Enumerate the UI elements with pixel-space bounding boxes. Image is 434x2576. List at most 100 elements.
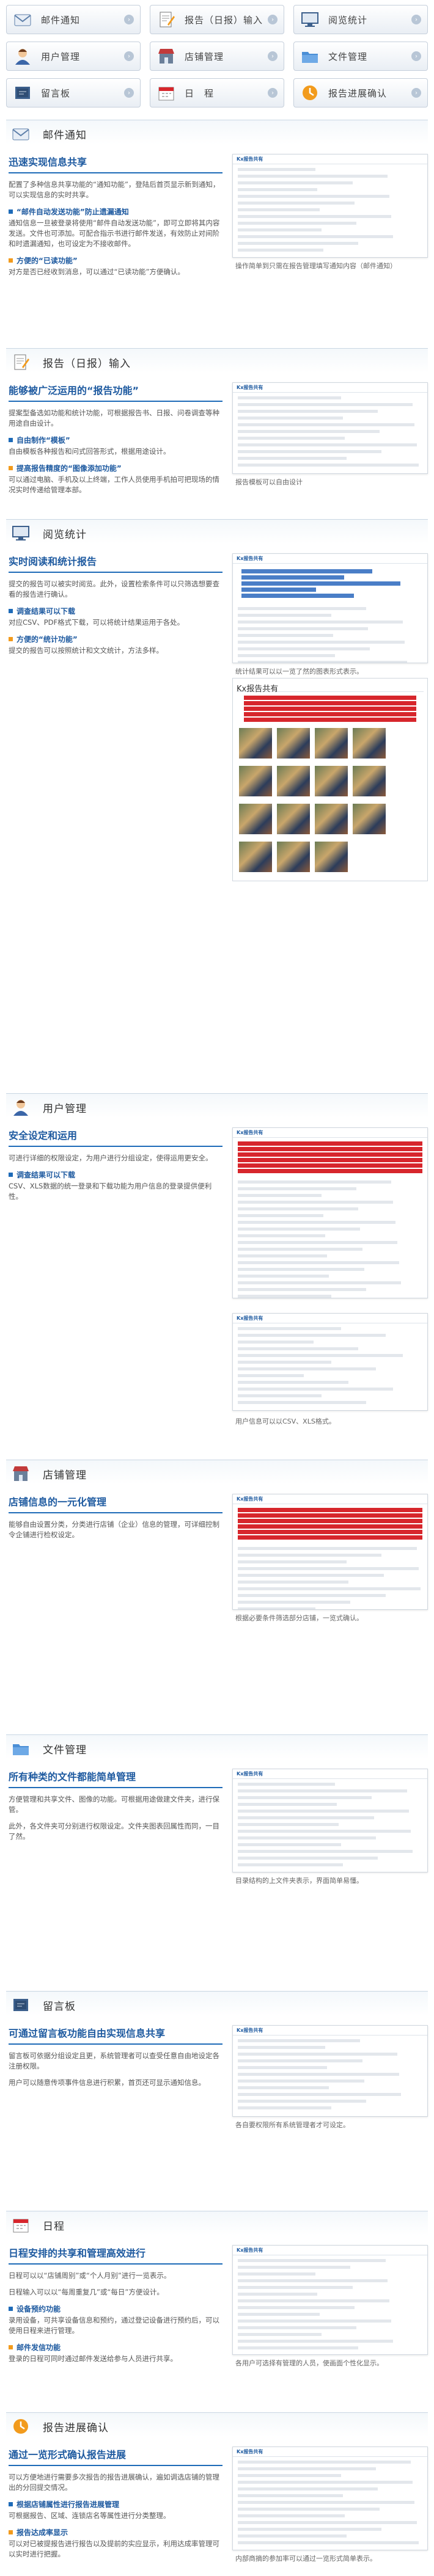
progress-icon <box>11 2417 29 2435</box>
app-logo: Kx报告共有 <box>237 1496 263 1502</box>
bullet-square-icon <box>9 209 13 214</box>
section-paragraph: 日程可以以“店铺周别”或“个人月别”进行一览表示。 <box>9 2271 171 2280</box>
section-title: 日程安排的共享和管理高效进行 <box>9 2245 223 2265</box>
report-photo <box>315 728 348 759</box>
app-logo: Kx报告共有 <box>237 1315 263 1321</box>
app-logo: Kx报告共有 <box>237 2247 263 2253</box>
nav-label: 留言板 <box>41 87 71 99</box>
bullet-heading: 自由制作“模板” <box>17 436 70 445</box>
screenshot-titlebar: Kx报告共有 <box>233 1494 427 1504</box>
section-text: 所有种类的文件都能简单管理 方便管理和共享文件、图像的功能。可根据用途做建文件夹，… <box>9 1769 223 1848</box>
screenshot-body <box>233 164 427 257</box>
screenshot-caption: 目录结构的上文件夹表示，界面简单易懂。 <box>235 1877 363 1885</box>
screenshot-body <box>233 393 427 473</box>
nav-label: 报告（日报）输入 <box>185 14 263 26</box>
feature-bullet: 方便的“已读功能” <box>9 255 223 266</box>
report-photo <box>239 728 272 759</box>
app-logo: Kx报告共有 <box>237 556 263 561</box>
chevron-right-icon: › <box>268 88 278 98</box>
chevron-right-icon: › <box>411 51 421 61</box>
nav-button-folder[interactable]: 文件管理 › <box>293 42 428 71</box>
feature-screenshot: Kx报告共有 <box>232 553 428 663</box>
section-heading: 日程 <box>43 2221 65 2233</box>
section-text: 迅速实现信息共享 配置了多种信息共享功能的“通知功能”，登陆后首页显示新到通知，可… <box>9 154 223 283</box>
board-icon <box>11 1995 29 2014</box>
nav-button-user[interactable]: 用户管理 › <box>6 42 141 71</box>
nav-button-progress[interactable]: 报告进展确认 › <box>293 78 428 107</box>
section-title: 迅速实现信息共享 <box>9 154 223 173</box>
nav-button-board[interactable]: 留言板 › <box>6 78 141 107</box>
report-photo <box>239 842 272 872</box>
section-heading: 报告（日报）输入 <box>43 358 131 370</box>
feature-screenshot: Kx报告共有 <box>232 154 428 258</box>
report-edit-icon <box>156 10 176 29</box>
report-photo <box>315 842 348 872</box>
section-text: 安全设定和运用 可进行详细的权限设定，为用户进行分组设定，使得运用更安全。 调查结果… <box>9 1127 223 1208</box>
section-header: 阅览统计 <box>6 519 428 544</box>
bullet-text: 自由模板各种报告和问式回答形式，根据用途设计。 <box>9 447 171 456</box>
user-icon <box>11 1097 29 1116</box>
bullet-square-icon <box>9 2307 13 2311</box>
bullet-heading: 根据店铺属性进行报告进展管理 <box>17 2500 120 2509</box>
report-photo <box>277 804 310 834</box>
section-heading: 报告进展确认 <box>43 2422 109 2434</box>
feature-screenshot: Kx报告共有 <box>232 2447 428 2550</box>
screenshot-body <box>233 2036 427 2116</box>
screenshot-body <box>233 1138 427 1298</box>
screenshot-titlebar: Kx报告共有 <box>233 1314 427 1323</box>
feature-screenshot: Kx报告共有 <box>232 1494 428 1610</box>
section-paragraph: 方便管理和共享文件、图像的功能。可根据用途做建文件夹，进行保管。 <box>9 1795 219 1814</box>
section-title: 可通过留言板功能自由实现信息共享 <box>9 2025 223 2045</box>
feature-screenshot: Kx报告共有 <box>232 2025 428 2117</box>
feature-screenshot: Kx报告共有 <box>232 1769 428 1872</box>
report-photo <box>277 728 310 759</box>
section-header: 报告（日报）输入 <box>6 348 428 373</box>
section-paragraph: 可进行详细的权限设定，为用户进行分组设定，使得运用更安全。 <box>9 1154 213 1162</box>
section-text: 实时阅读和统计报告 提交的报告可以被实时阅览。此外，设置检索条件可以只筛选想要查看… <box>9 553 223 662</box>
nav-button-store[interactable]: 店铺管理 › <box>150 42 284 71</box>
chevron-right-icon: › <box>124 88 134 98</box>
monitor-icon <box>300 10 320 29</box>
section-paragraph: 可以方便地进行需要多次报告的报告进展确认，遍如调选店铺的管理出的分回提交情况。 <box>9 2473 219 2492</box>
section-title: 通过一览形式确认报告进展 <box>9 2447 223 2466</box>
feature-bullet: 调查结果可以下载 <box>9 606 223 616</box>
feature-bullet: 设备预约功能 <box>9 2304 223 2314</box>
section-title: 店铺信息的一元化管理 <box>9 1494 223 1513</box>
nav-button-calendar[interactable]: 日 程 › <box>150 78 284 107</box>
screenshot-body <box>233 2457 427 2550</box>
bullet-text: CSV、XLS数据的统一登录和下载功能为用户信息的登录提供便利性。 <box>9 1182 212 1201</box>
bullet-heading: 方便的“统计功能” <box>17 635 78 644</box>
nav-label: 店铺管理 <box>185 51 224 62</box>
feature-bullet: “邮件自动发送功能”防止遗漏通知 <box>9 206 223 217</box>
bullet-text: 通知信息一旦被登录将使用“邮件自动发送功能”，即可立即将其内容发送。文件也可添加… <box>9 219 220 248</box>
screenshot-caption: 内部商摘的参加率可以通过一览形式简单表示。 <box>235 2555 377 2563</box>
nav-label: 报告进展确认 <box>328 87 388 99</box>
bullet-heading: 调查结果可以下载 <box>17 607 76 616</box>
bullet-text: 提交的报告可以按照统计和文文统计，方法多样。 <box>9 646 163 655</box>
chevron-right-icon: › <box>268 15 278 24</box>
screenshot-titlebar: Kx报告共有 <box>237 682 424 694</box>
section-heading: 阅览统计 <box>43 529 87 541</box>
nav-button-monitor[interactable]: 阅览统计 › <box>293 5 428 34</box>
section-header: 用户管理 <box>6 1093 428 1118</box>
photo-report-grid: Kx报告共有 <box>232 678 428 881</box>
top-navigation: 邮件通知 › 报告（日报）输入 › 阅览统计 › 用户管理 › 店铺管理 › 文件管理 › 留言板 › 日 … <box>6 5 428 114</box>
section-text: 店铺信息的一元化管理 能够自由设置分类，分类进行店铺（企业）信息的管理，可详细控制… <box>9 1494 223 1546</box>
app-logo: Kx报告共有 <box>237 1130 263 1135</box>
feature-bullet: 方便的“统计功能” <box>9 634 223 644</box>
bullet-square-icon <box>9 258 13 263</box>
section-text: 日程安排的共享和管理高效进行 日程可以以“店铺周别”或“个人月别”进行一览表示。日… <box>9 2245 223 2370</box>
calendar-icon <box>11 2215 29 2233</box>
screenshot-titlebar: Kx报告共有 <box>233 155 427 164</box>
bullet-text: 登录的日程可同时通过邮件发送给参与人员进行共享。 <box>9 2354 177 2363</box>
bullet-text: 可根据报告、区域、连锁店名等属性进行分类整理。 <box>9 2511 171 2520</box>
bullet-heading: 邮件发信功能 <box>17 2343 61 2352</box>
section-paragraph: 此外，各文件夹可分别进行权限设定。文件夹图表回属性而同，一目了然。 <box>9 1822 219 1841</box>
app-logo: Kx报告共有 <box>237 2449 263 2454</box>
chevron-right-icon: › <box>124 15 134 24</box>
report-photo <box>239 804 272 834</box>
section-text: 能够被广泛运用的“报告功能” 提案型备选如功能和统计功能，可根据报告书、日报、问卷… <box>9 382 223 501</box>
nav-button-mail[interactable]: 邮件通知 › <box>6 5 141 34</box>
nav-button-report-edit[interactable]: 报告（日报）输入 › <box>150 5 284 34</box>
bullet-square-icon <box>9 2530 13 2534</box>
